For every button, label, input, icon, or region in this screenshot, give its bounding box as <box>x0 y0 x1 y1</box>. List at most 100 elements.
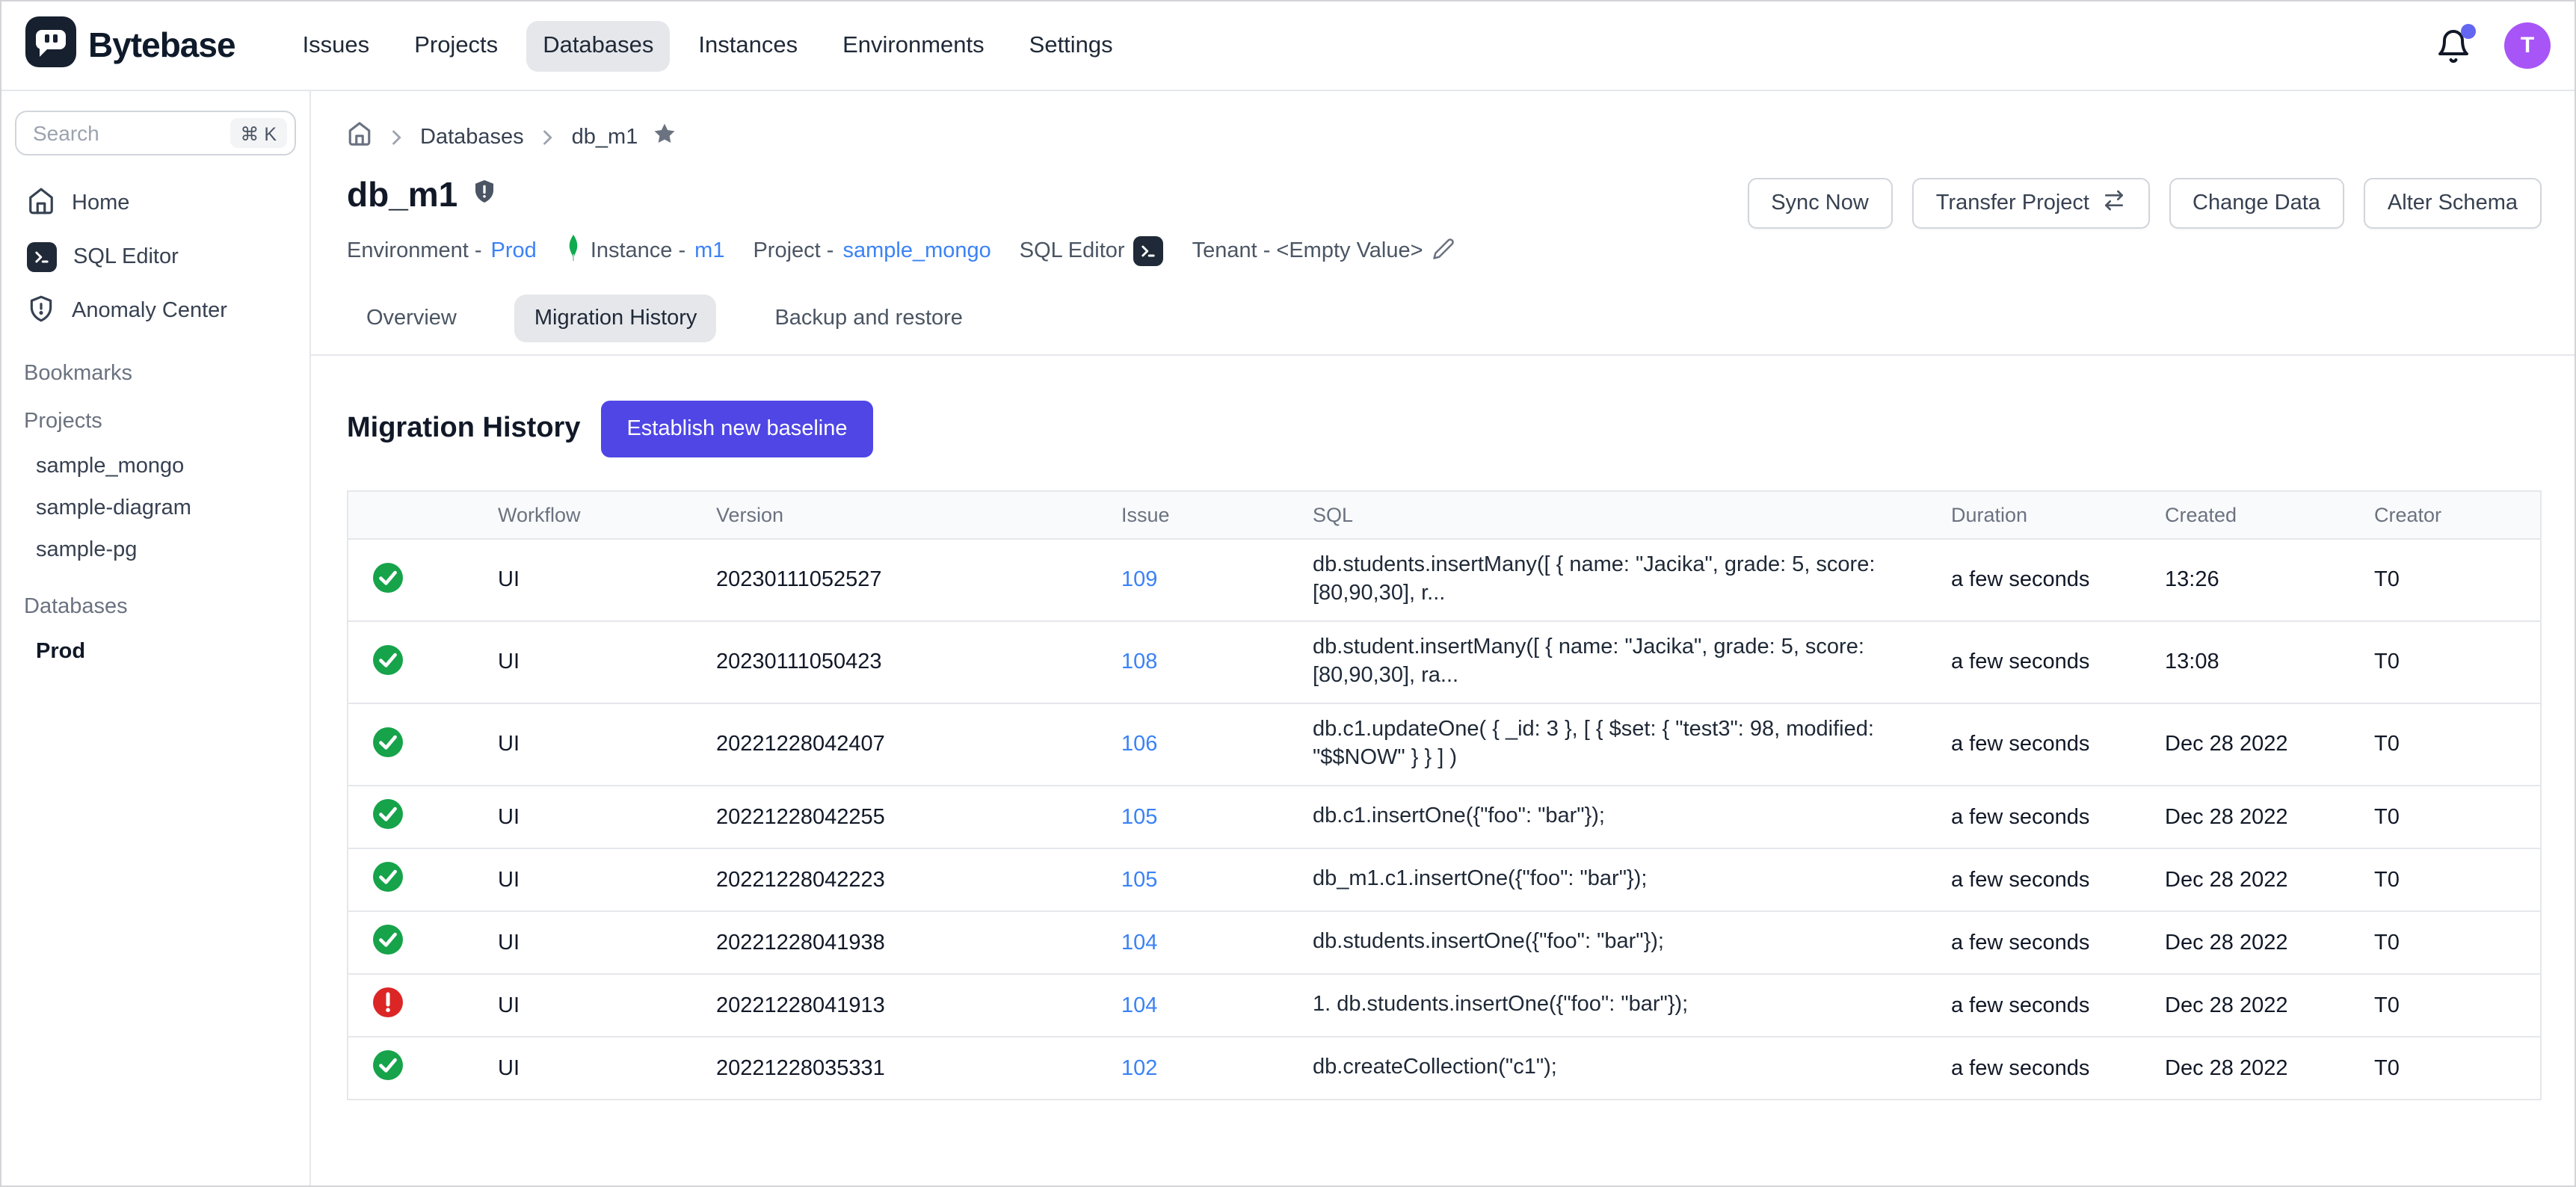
duration-cell: a few seconds <box>1951 556 2165 604</box>
issue-link[interactable]: 104 <box>1121 931 1157 955</box>
created-cell: Dec 28 2022 <box>2165 981 2374 1029</box>
terminal-icon[interactable] <box>1134 236 1164 266</box>
transfer-arrows-icon <box>2101 188 2125 218</box>
creator-cell: T0 <box>2374 793 2540 841</box>
sql-cell: db_m1.c1.insertOne({"foo": "bar"}); <box>1313 854 1951 906</box>
nav-environments[interactable]: Environments <box>826 20 1001 71</box>
home-icon <box>27 186 55 221</box>
search-input[interactable] <box>30 120 215 147</box>
table-row[interactable]: UI 20221228035331 102 db.createCollectio… <box>348 1036 2540 1099</box>
database-meta: Environment - Prod Instance - m1 Project… <box>347 235 2542 268</box>
tab-backup-and-restore[interactable]: Backup and restore <box>755 295 982 342</box>
workflow-cell: UI <box>498 793 716 841</box>
sql-editor-label: SQL Editor <box>1020 239 1125 263</box>
tab-migration-history[interactable]: Migration History <box>515 295 717 342</box>
breadcrumb-current: db_m1 <box>572 125 638 149</box>
status-icon <box>372 987 404 1018</box>
change-data-button[interactable]: Change Data <box>2169 178 2344 229</box>
establish-baseline-button[interactable]: Establish new baseline <box>601 401 872 457</box>
sidebar-project-sample-pg[interactable]: sample-pg <box>1 529 309 571</box>
brand[interactable]: Bytebase <box>25 16 235 75</box>
sidebar-database-prod[interactable]: Prod <box>1 631 309 673</box>
sql-cell: 1. db.students.insertOne({"foo": "bar"})… <box>1313 979 1951 1032</box>
sidebar-project-sample-mongo[interactable]: sample_mongo <box>1 445 309 487</box>
sidebar-item-anomaly-center[interactable]: Anomaly Center <box>1 284 309 338</box>
migration-history-heading: Migration History <box>347 413 580 445</box>
status-icon <box>372 726 404 757</box>
sidebar-item-sql-editor[interactable]: SQL Editor <box>1 230 309 284</box>
chevron-right-icon <box>537 126 558 147</box>
issue-link[interactable]: 102 <box>1121 1056 1157 1080</box>
breadcrumb-home-icon[interactable] <box>347 121 372 152</box>
project-label: Project - <box>753 239 833 263</box>
sidebar-section-bookmarks: Bookmarks <box>1 362 309 386</box>
favorite-star-icon[interactable] <box>651 121 677 152</box>
nav-settings[interactable]: Settings <box>1013 20 1130 71</box>
instance-link[interactable]: m1 <box>694 239 724 263</box>
table-row[interactable]: UI 20221228042407 106 db.c1.updateOne( {… <box>348 703 2540 785</box>
sidebar: ⌘ K Home SQL Editor <box>1 91 311 1186</box>
nav-projects[interactable]: Projects <box>398 20 514 71</box>
issue-link[interactable]: 105 <box>1121 805 1157 829</box>
project-link[interactable]: sample_mongo <box>842 239 990 263</box>
tab-overview[interactable]: Overview <box>347 295 476 342</box>
notifications-bell-icon[interactable] <box>2435 28 2471 64</box>
creator-cell: T0 <box>2374 919 2540 966</box>
bytebase-logo-icon <box>25 16 76 75</box>
avatar[interactable]: T <box>2504 22 2551 69</box>
sync-now-button[interactable]: Sync Now <box>1747 178 1893 229</box>
notification-dot <box>2461 23 2476 38</box>
workflow-cell: UI <box>498 638 716 686</box>
table-row[interactable]: UI 20230111050423 108 db.student.insertM… <box>348 620 2540 703</box>
created-cell: 13:26 <box>2165 556 2374 604</box>
col-status <box>348 503 498 527</box>
nav-issues[interactable]: Issues <box>286 20 386 71</box>
sql-cell: db.students.insertMany([ { name: "Jacika… <box>1313 540 1951 620</box>
sidebar-item-home[interactable]: Home <box>1 176 309 230</box>
sidebar-item-label: Home <box>72 191 129 215</box>
duration-cell: a few seconds <box>1951 981 2165 1029</box>
table-row[interactable]: UI 20221228041938 104 db.students.insert… <box>348 910 2540 973</box>
table-row[interactable]: UI 20230111052527 109 db.students.insert… <box>348 538 2540 620</box>
issue-link[interactable]: 105 <box>1121 868 1157 892</box>
duration-cell: a few seconds <box>1951 1044 2165 1092</box>
nav-databases[interactable]: Databases <box>526 20 670 71</box>
alter-schema-button[interactable]: Alter Schema <box>2364 178 2542 229</box>
version-cell: 20221228042223 <box>716 856 1121 904</box>
issue-link[interactable]: 108 <box>1121 650 1157 674</box>
created-cell: Dec 28 2022 <box>2165 919 2374 966</box>
col-duration: Duration <box>1951 492 2165 538</box>
nav-instances[interactable]: Instances <box>682 20 814 71</box>
sql-cell: db.student.insertMany([ { name: "Jacika"… <box>1313 622 1951 703</box>
breadcrumb-databases[interactable]: Databases <box>420 125 524 149</box>
creator-cell: T0 <box>2374 638 2540 686</box>
instance-label: Instance - <box>591 239 685 263</box>
table-row[interactable]: UI 20221228041913 104 1. db.students.ins… <box>348 973 2540 1036</box>
created-cell: Dec 28 2022 <box>2165 721 2374 768</box>
environment-link[interactable]: Prod <box>491 239 537 263</box>
sql-cell: db.createCollection("c1"); <box>1313 1042 1951 1094</box>
creator-cell: T0 <box>2374 981 2540 1029</box>
pencil-icon[interactable] <box>1432 237 1455 265</box>
workflow-cell: UI <box>498 721 716 768</box>
issue-link[interactable]: 106 <box>1121 733 1157 756</box>
shield-alert-icon <box>27 294 55 328</box>
issue-link[interactable]: 104 <box>1121 993 1157 1017</box>
col-sql: SQL <box>1313 492 1951 538</box>
status-icon <box>372 861 404 892</box>
version-cell: 20221228041913 <box>716 981 1121 1029</box>
table-row[interactable]: UI 20221228042223 105 db_m1.c1.insertOne… <box>348 848 2540 910</box>
issue-link[interactable]: 109 <box>1121 568 1157 592</box>
status-icon <box>372 644 404 675</box>
search-shortcut-badge: ⌘ K <box>229 118 287 148</box>
table-row[interactable]: UI 20221228042255 105 db.c1.insertOne({"… <box>348 785 2540 848</box>
page-title: db_m1 <box>347 175 457 215</box>
status-icon <box>372 924 404 955</box>
status-icon <box>372 798 404 830</box>
brand-name: Bytebase <box>88 25 235 66</box>
created-cell: Dec 28 2022 <box>2165 856 2374 904</box>
database-tabs: Overview Migration History Backup and re… <box>311 295 2575 356</box>
transfer-project-button[interactable]: Transfer Project <box>1912 178 2149 229</box>
sidebar-project-sample-diagram[interactable]: sample-diagram <box>1 487 309 529</box>
duration-cell: a few seconds <box>1951 793 2165 841</box>
